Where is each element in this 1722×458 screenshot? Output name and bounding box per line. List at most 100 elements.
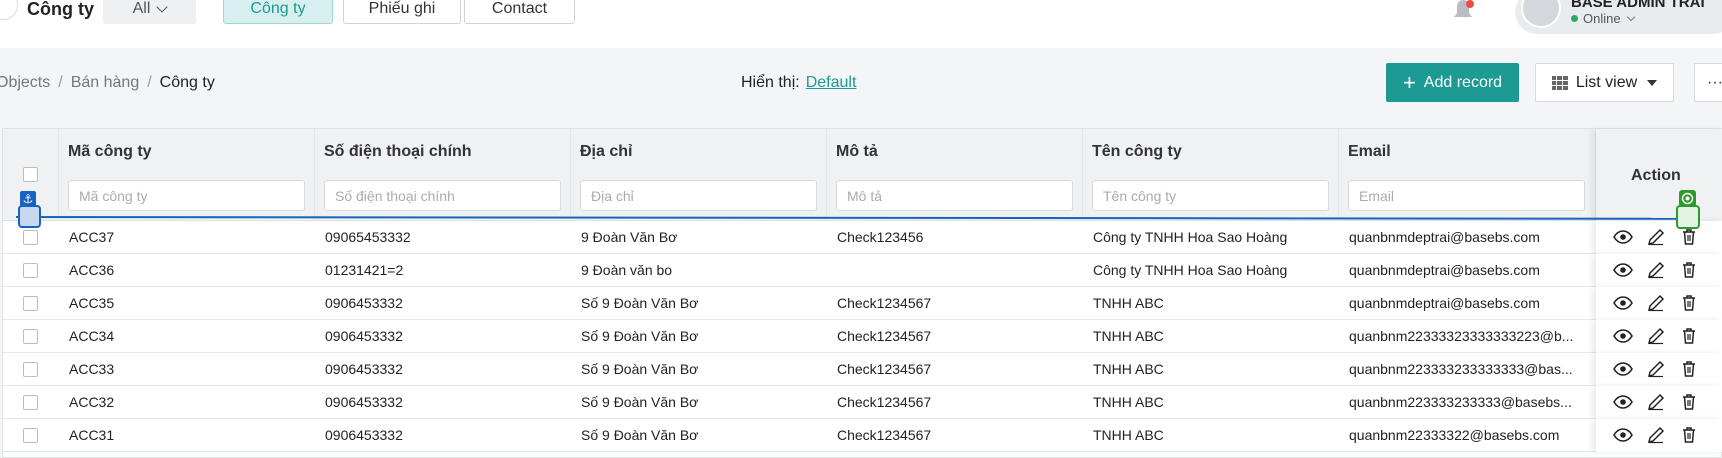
table-row[interactable]: ACC31 0906453332 Số 9 Đoàn Văn Bơ Check1234… (3, 419, 1722, 452)
table-row[interactable]: ACC37 09065453332 9 Đoàn Văn Bơ Check123456… (3, 221, 1722, 254)
online-dot-icon (1571, 15, 1578, 22)
action-column-label: Action (1631, 167, 1681, 184)
table-row[interactable]: ACC35 0906453332 Số 9 Đoàn Văn Bơ Check1234… (3, 287, 1722, 320)
chevron-down-icon (1626, 12, 1635, 22)
cell-mo-ta: Check1234567 (837, 394, 932, 410)
cell-email: quanbnm22333323333333223@b... (1349, 328, 1574, 344)
list-view-button[interactable]: List view (1535, 63, 1674, 102)
cell-so-dien-thoai: 09065453332 (325, 229, 411, 245)
pencil-icon[interactable] (1646, 425, 1666, 445)
eye-icon[interactable] (1613, 392, 1633, 412)
table-row[interactable]: ACC33 0906453332 Số 9 Đoàn Văn Bơ Check1234… (3, 353, 1722, 386)
column-label[interactable]: Email (1348, 143, 1391, 161)
filter-so-dien-thoai-input[interactable] (324, 180, 561, 211)
eye-icon[interactable] (1613, 260, 1633, 280)
cell-so-dien-thoai: 0906453332 (325, 361, 403, 377)
filter-contact[interactable]: Contact (464, 0, 575, 24)
user-status[interactable]: Online (1571, 11, 1635, 26)
view-default-link[interactable]: Default (806, 74, 857, 91)
trash-icon[interactable] (1679, 425, 1699, 445)
breadcrumb-ban-hang[interactable]: Bán hàng (71, 74, 140, 91)
filter-dia-chi-input[interactable] (580, 180, 817, 211)
cell-ma-cong-ty: ACC36 (69, 262, 115, 278)
row-actions (1596, 353, 1722, 386)
cell-email: quanbnmdeptrai@basebs.com (1349, 229, 1540, 245)
filter-ten-cong-ty-input[interactable] (1092, 180, 1329, 211)
eye-icon[interactable] (1613, 359, 1633, 379)
add-record-button[interactable]: + Add record (1386, 63, 1519, 102)
cell-dia-chi: Số 9 Đoàn Văn Bơ (581, 361, 699, 377)
row-actions (1596, 419, 1722, 452)
filter-phieu-ghi[interactable]: Phiếu ghi (343, 0, 461, 24)
cell-so-dien-thoai: 01231421=2 (325, 262, 404, 278)
filter-all-label: All (132, 0, 151, 17)
cell-mo-ta: Check123456 (837, 229, 924, 245)
table-row[interactable]: ACC34 0906453332 Số 9 Đoàn Văn Bơ Check1234… (3, 320, 1722, 353)
pencil-icon[interactable] (1646, 227, 1666, 247)
eye-icon[interactable] (1613, 293, 1633, 313)
eye-icon[interactable] (1613, 227, 1633, 247)
row-checkbox[interactable] (23, 230, 38, 245)
pencil-icon[interactable] (1646, 260, 1666, 280)
column-label[interactable]: Mô tả (836, 143, 878, 161)
select-all-checkbox[interactable] (23, 167, 38, 182)
pencil-icon[interactable] (1646, 392, 1666, 412)
row-checkbox[interactable] (23, 296, 38, 311)
more-button[interactable]: ··· (1694, 63, 1722, 102)
trash-icon[interactable] (1679, 359, 1699, 379)
grid-icon (1551, 75, 1568, 90)
cell-email: quanbnm223333233333333@bas... (1349, 361, 1573, 377)
row-checkbox[interactable] (23, 395, 38, 410)
row-actions (1596, 287, 1722, 320)
eye-icon[interactable] (1613, 425, 1633, 445)
eye-icon[interactable] (1613, 326, 1633, 346)
trash-icon[interactable] (1679, 392, 1699, 412)
cell-ma-cong-ty: ACC32 (69, 394, 115, 410)
filter-mo-ta-input[interactable] (836, 180, 1073, 211)
user-name: BASE ADMIN TRAI (1571, 0, 1705, 11)
filter-all[interactable]: All (103, 0, 196, 24)
cell-mo-ta: Check1234567 (837, 295, 932, 311)
filter-cong-ty[interactable]: Công ty (223, 0, 333, 24)
filter-contact-label: Contact (491, 0, 548, 17)
column-label[interactable]: Mã công ty (68, 143, 152, 161)
cell-ten-cong-ty: TNHH ABC (1093, 394, 1164, 410)
trash-icon[interactable] (1679, 227, 1699, 247)
filter-ma-cong-ty-input[interactable] (68, 180, 305, 211)
row-checkbox[interactable] (23, 362, 38, 377)
breadcrumb-objects[interactable]: Objects (0, 74, 50, 91)
cell-dia-chi: Số 9 Đoàn Văn Bơ (581, 427, 699, 443)
pencil-icon[interactable] (1646, 359, 1666, 379)
column-label[interactable]: Tên công ty (1092, 143, 1182, 161)
plus-icon: + (1402, 69, 1416, 95)
breadcrumb-separator: / (58, 74, 63, 91)
trash-icon[interactable] (1679, 293, 1699, 313)
row-checkbox[interactable] (23, 329, 38, 344)
cell-email: quanbnm22333322@basebs.com (1349, 427, 1560, 443)
trash-icon[interactable] (1679, 326, 1699, 346)
back-circle-icon[interactable] (0, 0, 18, 20)
cell-dia-chi: 9 Đoàn Văn Bơ (581, 229, 678, 245)
table-row[interactable]: ACC36 01231421=2 9 Đoàn văn bo Công ty TNHH… (3, 254, 1722, 287)
more-label: ··· (1707, 73, 1722, 91)
trash-icon[interactable] (1679, 260, 1699, 280)
filter-email-input[interactable] (1348, 180, 1585, 211)
cell-so-dien-thoai: 0906453332 (325, 295, 403, 311)
pencil-icon[interactable] (1646, 326, 1666, 346)
cell-dia-chi: 9 Đoàn văn bo (581, 262, 673, 278)
row-actions (1596, 386, 1722, 419)
pencil-icon[interactable] (1646, 293, 1666, 313)
row-checkbox[interactable] (23, 428, 38, 443)
row-checkbox[interactable] (23, 263, 38, 278)
cell-ten-cong-ty: Công ty TNHH Hoa Sao Hoàng (1093, 262, 1288, 278)
cell-mo-ta: Check1234567 (837, 361, 932, 377)
table-row[interactable]: ACC32 0906453332 Số 9 Đoàn Văn Bơ Check1234… (3, 386, 1722, 419)
cell-email: quanbnmdeptrai@basebs.com (1349, 262, 1540, 278)
user-status-label: Online (1583, 11, 1621, 26)
cell-dia-chi: Số 9 Đoàn Văn Bơ (581, 328, 699, 344)
column-label[interactable]: Địa chỉ (580, 143, 632, 161)
cell-mo-ta: Check1234567 (837, 427, 932, 443)
column-label[interactable]: Số điện thoại chính (324, 143, 472, 161)
drop-target-handle[interactable] (1676, 205, 1700, 229)
drag-source-handle[interactable] (18, 205, 41, 228)
